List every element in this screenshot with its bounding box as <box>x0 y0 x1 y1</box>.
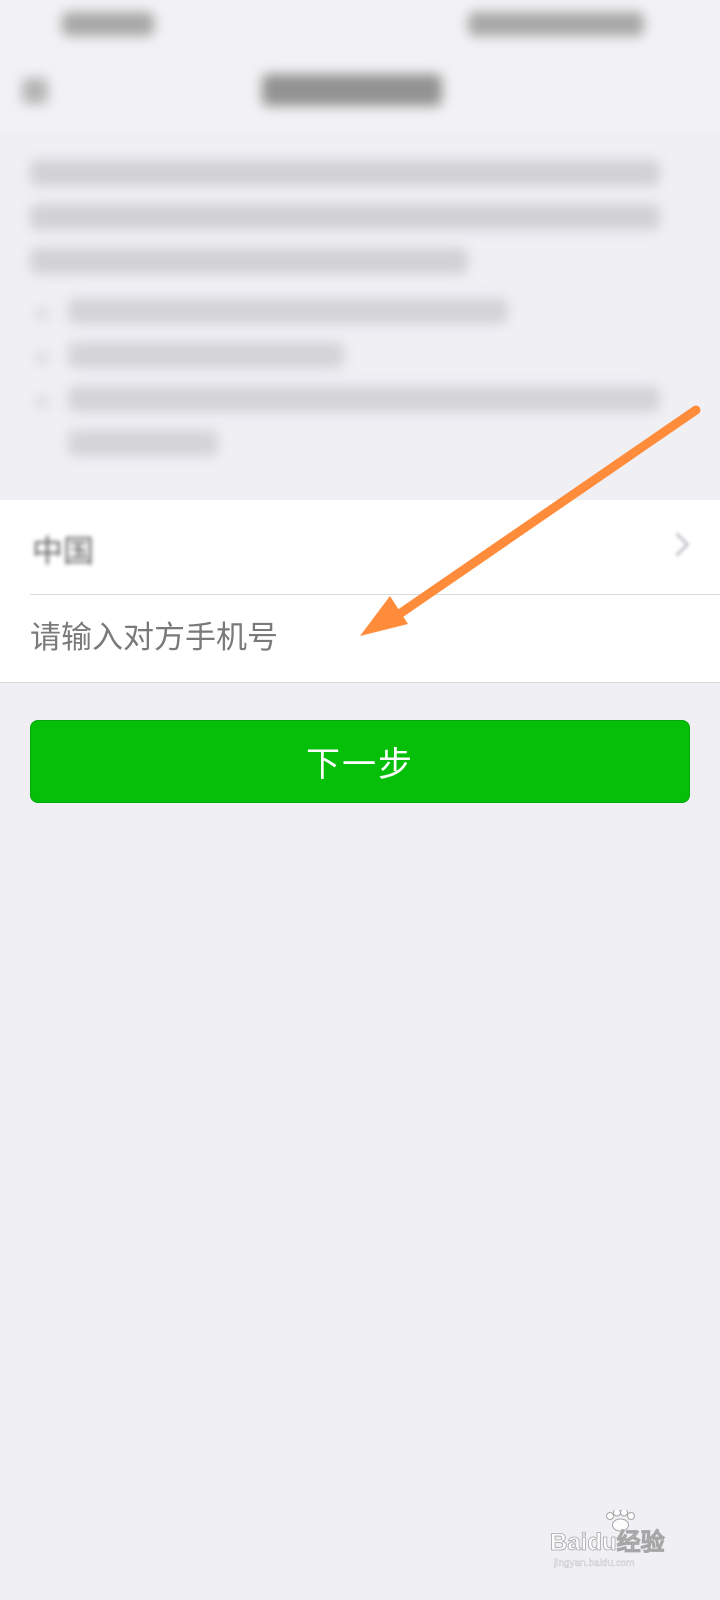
chevron-right-icon <box>665 532 690 557</box>
page-title <box>262 74 442 106</box>
back-arrow-icon[interactable] <box>22 78 48 104</box>
row-divider <box>30 594 720 595</box>
form-section: 中国 <box>0 500 720 683</box>
nav-bar <box>0 50 720 130</box>
country-region-row[interactable]: 中国 <box>0 500 720 594</box>
watermark-text: Baidu经验 <box>550 1528 665 1556</box>
status-bar <box>0 0 720 50</box>
watermark-subtext: jingyan.baidu.com <box>553 1558 635 1569</box>
next-button[interactable]: 下一步 <box>30 720 690 803</box>
screen: 中国 下一步 Baidu经验 jingyan.baidu.com <box>0 0 720 1600</box>
region-label: 中国 <box>32 534 94 570</box>
description-area <box>0 130 720 500</box>
phone-number-input[interactable] <box>30 596 690 680</box>
baidu-watermark: Baidu经验 jingyan.baidu.com <box>550 1510 665 1569</box>
